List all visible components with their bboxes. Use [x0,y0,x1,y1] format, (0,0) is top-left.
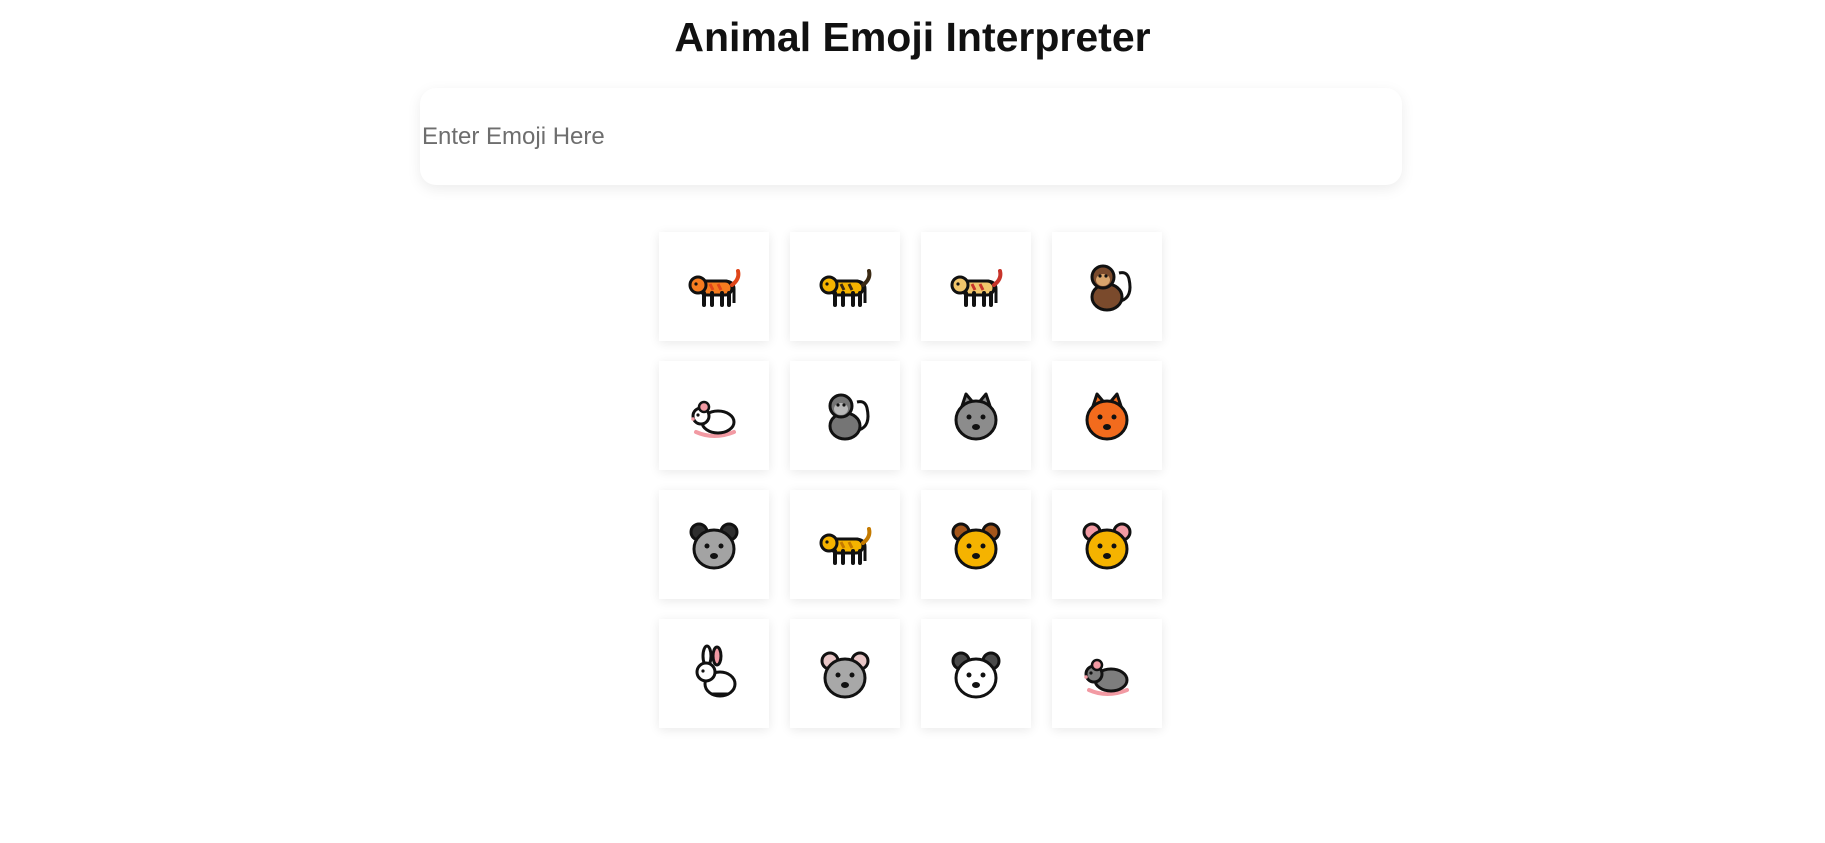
koala-icon [815,644,875,704]
rat-icon [1077,644,1137,704]
emoji-tile-leopard[interactable] [790,232,900,341]
emoji-tile-rabbit[interactable] [659,619,769,728]
tiger-icon [684,257,744,317]
panda-icon [946,644,1006,704]
gorilla-icon [815,386,875,446]
page: Animal Emoji Interpreter [0,0,1825,843]
dog-icon [946,257,1006,317]
emoji-tile-hamster[interactable] [1052,490,1162,599]
hamster-icon [1077,515,1137,575]
animal-grid [659,232,1163,728]
emoji-tile-mouse[interactable] [659,361,769,470]
emoji-tile-koala[interactable] [790,619,900,728]
emoji-tile-cat[interactable] [790,490,900,599]
emoji-tile-rat[interactable] [1052,619,1162,728]
wolf-icon [946,386,1006,446]
emoji-tile-monkey[interactable] [1052,232,1162,341]
lion-icon [946,515,1006,575]
emoji-tile-raccoon[interactable] [659,490,769,599]
search-box [420,88,1402,185]
emoji-tile-panda[interactable] [921,619,1031,728]
emoji-tile-wolf[interactable] [921,361,1031,470]
leopard-icon [815,257,875,317]
monkey-icon [1077,257,1137,317]
emoji-input[interactable] [420,88,1402,185]
rabbit-icon [684,644,744,704]
raccoon-icon [684,515,744,575]
mouse-icon [684,386,744,446]
cat-icon [815,515,875,575]
emoji-tile-gorilla[interactable] [790,361,900,470]
emoji-tile-fox[interactable] [1052,361,1162,470]
emoji-tile-tiger[interactable] [659,232,769,341]
emoji-tile-lion[interactable] [921,490,1031,599]
fox-icon [1077,386,1137,446]
emoji-tile-dog[interactable] [921,232,1031,341]
page-title: Animal Emoji Interpreter [674,14,1151,60]
